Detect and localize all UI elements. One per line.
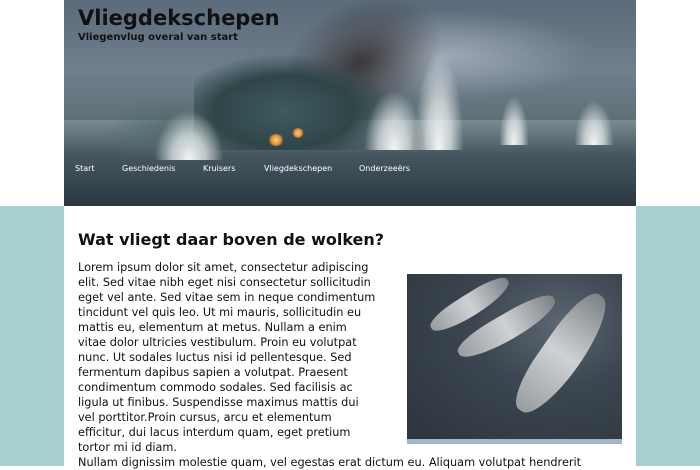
nav-item-onderzeeers[interactable]: Onderzeeërs bbox=[359, 164, 410, 173]
nav-item-start[interactable]: Start bbox=[75, 164, 95, 173]
main-nav: Start Geschiedenis Kruisers Vliegdeksche… bbox=[64, 164, 636, 180]
site-title: Vliegdekschepen bbox=[78, 6, 280, 30]
body-paragraph-continued: Nullam dignissim molestie quam, vel eges… bbox=[78, 456, 582, 469]
site-header: Vliegdekschepen Vliegenvlug overal van s… bbox=[64, 0, 636, 206]
page-title: Wat vliegt daar boven de wolken? bbox=[78, 230, 385, 249]
nav-item-kruisers[interactable]: Kruisers bbox=[203, 164, 235, 173]
main-content: Wat vliegt daar boven de wolken? Lorem i… bbox=[64, 206, 636, 469]
carrier-fleet-image bbox=[407, 274, 622, 444]
site-subtitle: Vliegenvlug overal van start bbox=[78, 32, 238, 43]
nav-item-geschiedenis[interactable]: Geschiedenis bbox=[122, 164, 175, 173]
body-paragraph: Lorem ipsum dolor sit amet, consectetur … bbox=[78, 261, 376, 454]
nav-item-vliegdekschepen[interactable]: Vliegdekschepen bbox=[264, 164, 332, 173]
